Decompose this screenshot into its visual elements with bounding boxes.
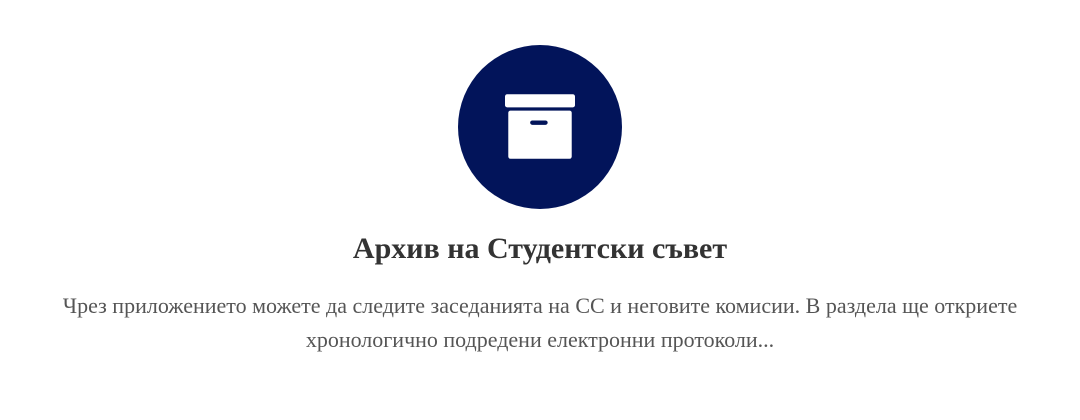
archive-box-icon (505, 94, 575, 159)
archive-feature-card: Архив на Студентски съвет Чрез приложени… (0, 0, 1080, 420)
card-title: Архив на Студентски съвет (352, 232, 728, 265)
archive-icon-badge (458, 45, 622, 209)
card-description: Чрез приложението можете да следите засе… (62, 293, 1018, 352)
